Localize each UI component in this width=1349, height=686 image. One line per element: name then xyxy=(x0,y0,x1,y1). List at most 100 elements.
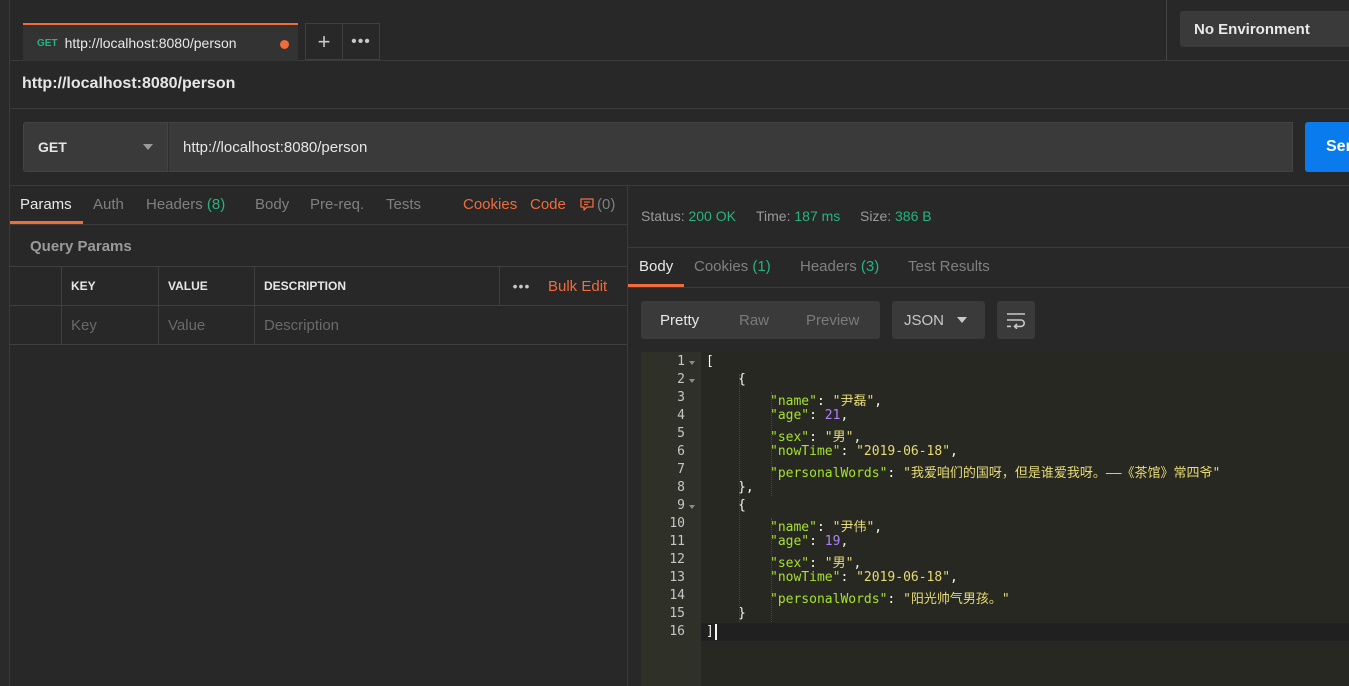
send-button-label: Send xyxy=(1326,138,1349,155)
code-token: : xyxy=(809,556,825,571)
line-number: 6 xyxy=(677,444,685,459)
tab-options-button[interactable]: ••• xyxy=(342,23,380,60)
code-token: , xyxy=(874,520,883,535)
response-time: Time: 187 ms xyxy=(756,208,840,224)
bulk-edit-link[interactable]: Bulk Edit xyxy=(548,278,607,295)
code-line: "personalWords": "我爱咱们的国呀，但是谁爱我呀。——《茶馆》常… xyxy=(770,462,1220,481)
plus-icon: + xyxy=(317,28,331,54)
code-token: , xyxy=(874,394,883,409)
code-token: , xyxy=(950,570,958,585)
code-line: ] xyxy=(706,624,714,639)
response-body-editor[interactable]: 1 2 3 4 5 6 7 8 9 10 11 12 13 14 15 16 [{"name": "尹磊", "… xyxy=(641,352,1349,686)
pane-divider[interactable] xyxy=(627,186,628,686)
tab-prerequest-script[interactable]: Pre-req. xyxy=(310,196,364,213)
request-title[interactable]: http://localhost:8080/person xyxy=(22,75,235,93)
code-token: ] xyxy=(706,624,714,639)
column-options-button[interactable]: ••• xyxy=(499,267,543,305)
response-tab-body[interactable]: Body xyxy=(639,258,673,275)
sidebar-collapsed-edge xyxy=(0,0,10,686)
code-token: : xyxy=(816,394,833,409)
fold-toggle-icon[interactable] xyxy=(689,361,695,365)
code-token: : xyxy=(809,534,825,549)
code-token: [ xyxy=(706,354,714,369)
code-line: "age": 19, xyxy=(770,534,848,549)
code-token: "2019-06-18" xyxy=(856,444,951,459)
tab-auth[interactable]: Auth xyxy=(93,196,124,213)
response-tab-test-results[interactable]: Test Results xyxy=(908,258,990,275)
comments-count: (0) xyxy=(597,196,616,213)
param-key-input[interactable]: Key xyxy=(62,306,159,344)
line-number: 1 xyxy=(677,354,685,369)
url-input-value: http://localhost:8080/person xyxy=(183,138,368,156)
line-number: 14 xyxy=(669,588,685,603)
code-token: : xyxy=(840,444,857,459)
size-value[interactable]: 386 B xyxy=(895,208,932,224)
params-table: KEY VALUE DESCRIPTION ••• Bulk Edit Key … xyxy=(10,266,627,345)
divider xyxy=(628,247,1349,248)
code-line: "personalWords": "阳光帅气男孩。" xyxy=(770,588,1010,607)
request-tab[interactable]: GET http://localhost:8080/person xyxy=(23,23,298,61)
line-number: 10 xyxy=(669,516,685,531)
code-line: [ xyxy=(706,354,714,369)
view-pretty-button[interactable]: Pretty xyxy=(660,312,699,329)
tab-tests[interactable]: Tests xyxy=(386,196,421,213)
code-link[interactable]: Code xyxy=(530,196,566,213)
code-token: "nowTime" xyxy=(770,444,841,459)
view-mode-group: Pretty Raw Preview xyxy=(641,301,880,339)
text-cursor xyxy=(715,624,717,640)
send-button[interactable]: Send xyxy=(1305,122,1349,172)
line-number: 8 xyxy=(677,480,685,495)
response-tab-cookies-label: Cookies xyxy=(694,258,749,275)
wrap-lines-button[interactable] xyxy=(997,301,1035,339)
fold-toggle-icon[interactable] xyxy=(689,379,695,383)
environment-select[interactable]: No Environment xyxy=(1180,11,1349,47)
code-line: "name": "尹伟", xyxy=(770,516,882,535)
code-token: "我爱咱们的国呀，但是谁爱我呀。——《茶馆》常四爷" xyxy=(903,466,1221,481)
cookies-link[interactable]: Cookies xyxy=(463,196,517,213)
column-header-description: DESCRIPTION xyxy=(264,279,347,293)
line-number: 7 xyxy=(677,462,685,477)
param-description-input[interactable]: Description xyxy=(255,306,627,344)
code-line: "sex": "男", xyxy=(770,426,861,445)
time-label: Time: xyxy=(756,208,791,224)
unsaved-changes-dot-icon xyxy=(280,40,289,49)
request-tab-method: GET xyxy=(37,37,58,49)
params-empty-row: Key Value Description xyxy=(10,306,627,345)
divider xyxy=(10,224,627,225)
fold-toggle-icon[interactable] xyxy=(689,505,695,509)
line-number: 15 xyxy=(669,606,685,621)
url-input[interactable]: http://localhost:8080/person xyxy=(168,122,1293,172)
tab-body[interactable]: Body xyxy=(255,196,289,213)
divider xyxy=(10,185,1349,186)
method-select[interactable]: GET xyxy=(23,122,168,172)
environment-selected-label: No Environment xyxy=(1194,20,1310,38)
line-number-gutter: 1 2 3 4 5 6 7 8 9 10 11 12 13 14 15 16 xyxy=(641,352,701,686)
time-value[interactable]: 187 ms xyxy=(794,208,840,224)
line-number: 3 xyxy=(677,390,685,405)
request-tab-url: http://localhost:8080/person xyxy=(64,35,237,51)
tab-params[interactable]: Params xyxy=(20,196,72,213)
row-select-cell[interactable] xyxy=(10,306,62,344)
line-number: 11 xyxy=(669,534,685,549)
param-value-input[interactable]: Value xyxy=(159,306,255,344)
more-horizontal-icon: ••• xyxy=(351,32,371,50)
status-label: Status: xyxy=(641,208,685,224)
new-tab-button[interactable]: + xyxy=(305,23,343,60)
response-tab-headers[interactable]: Headers (3) xyxy=(800,258,879,275)
status-value[interactable]: 200 OK xyxy=(688,208,735,224)
response-size: Size: 386 B xyxy=(860,208,932,224)
code-token: "sex" xyxy=(770,556,810,571)
response-tab-cookies[interactable]: Cookies (1) xyxy=(694,258,771,275)
code-line: }, xyxy=(738,480,754,495)
code-token: : xyxy=(816,520,833,535)
code-token: 21 xyxy=(824,408,841,423)
tab-headers-count: (8) xyxy=(206,196,226,213)
view-preview-button[interactable]: Preview xyxy=(806,312,859,329)
comments-button[interactable]: (0) xyxy=(579,196,615,213)
code-token: "personalWords" xyxy=(770,592,888,607)
code-line: "nowTime": "2019-06-18", xyxy=(770,570,958,585)
tab-headers[interactable]: Headers (8) xyxy=(146,196,225,213)
view-raw-button[interactable]: Raw xyxy=(739,312,769,329)
method-value: GET xyxy=(38,139,67,155)
format-select[interactable]: JSON xyxy=(892,301,985,339)
